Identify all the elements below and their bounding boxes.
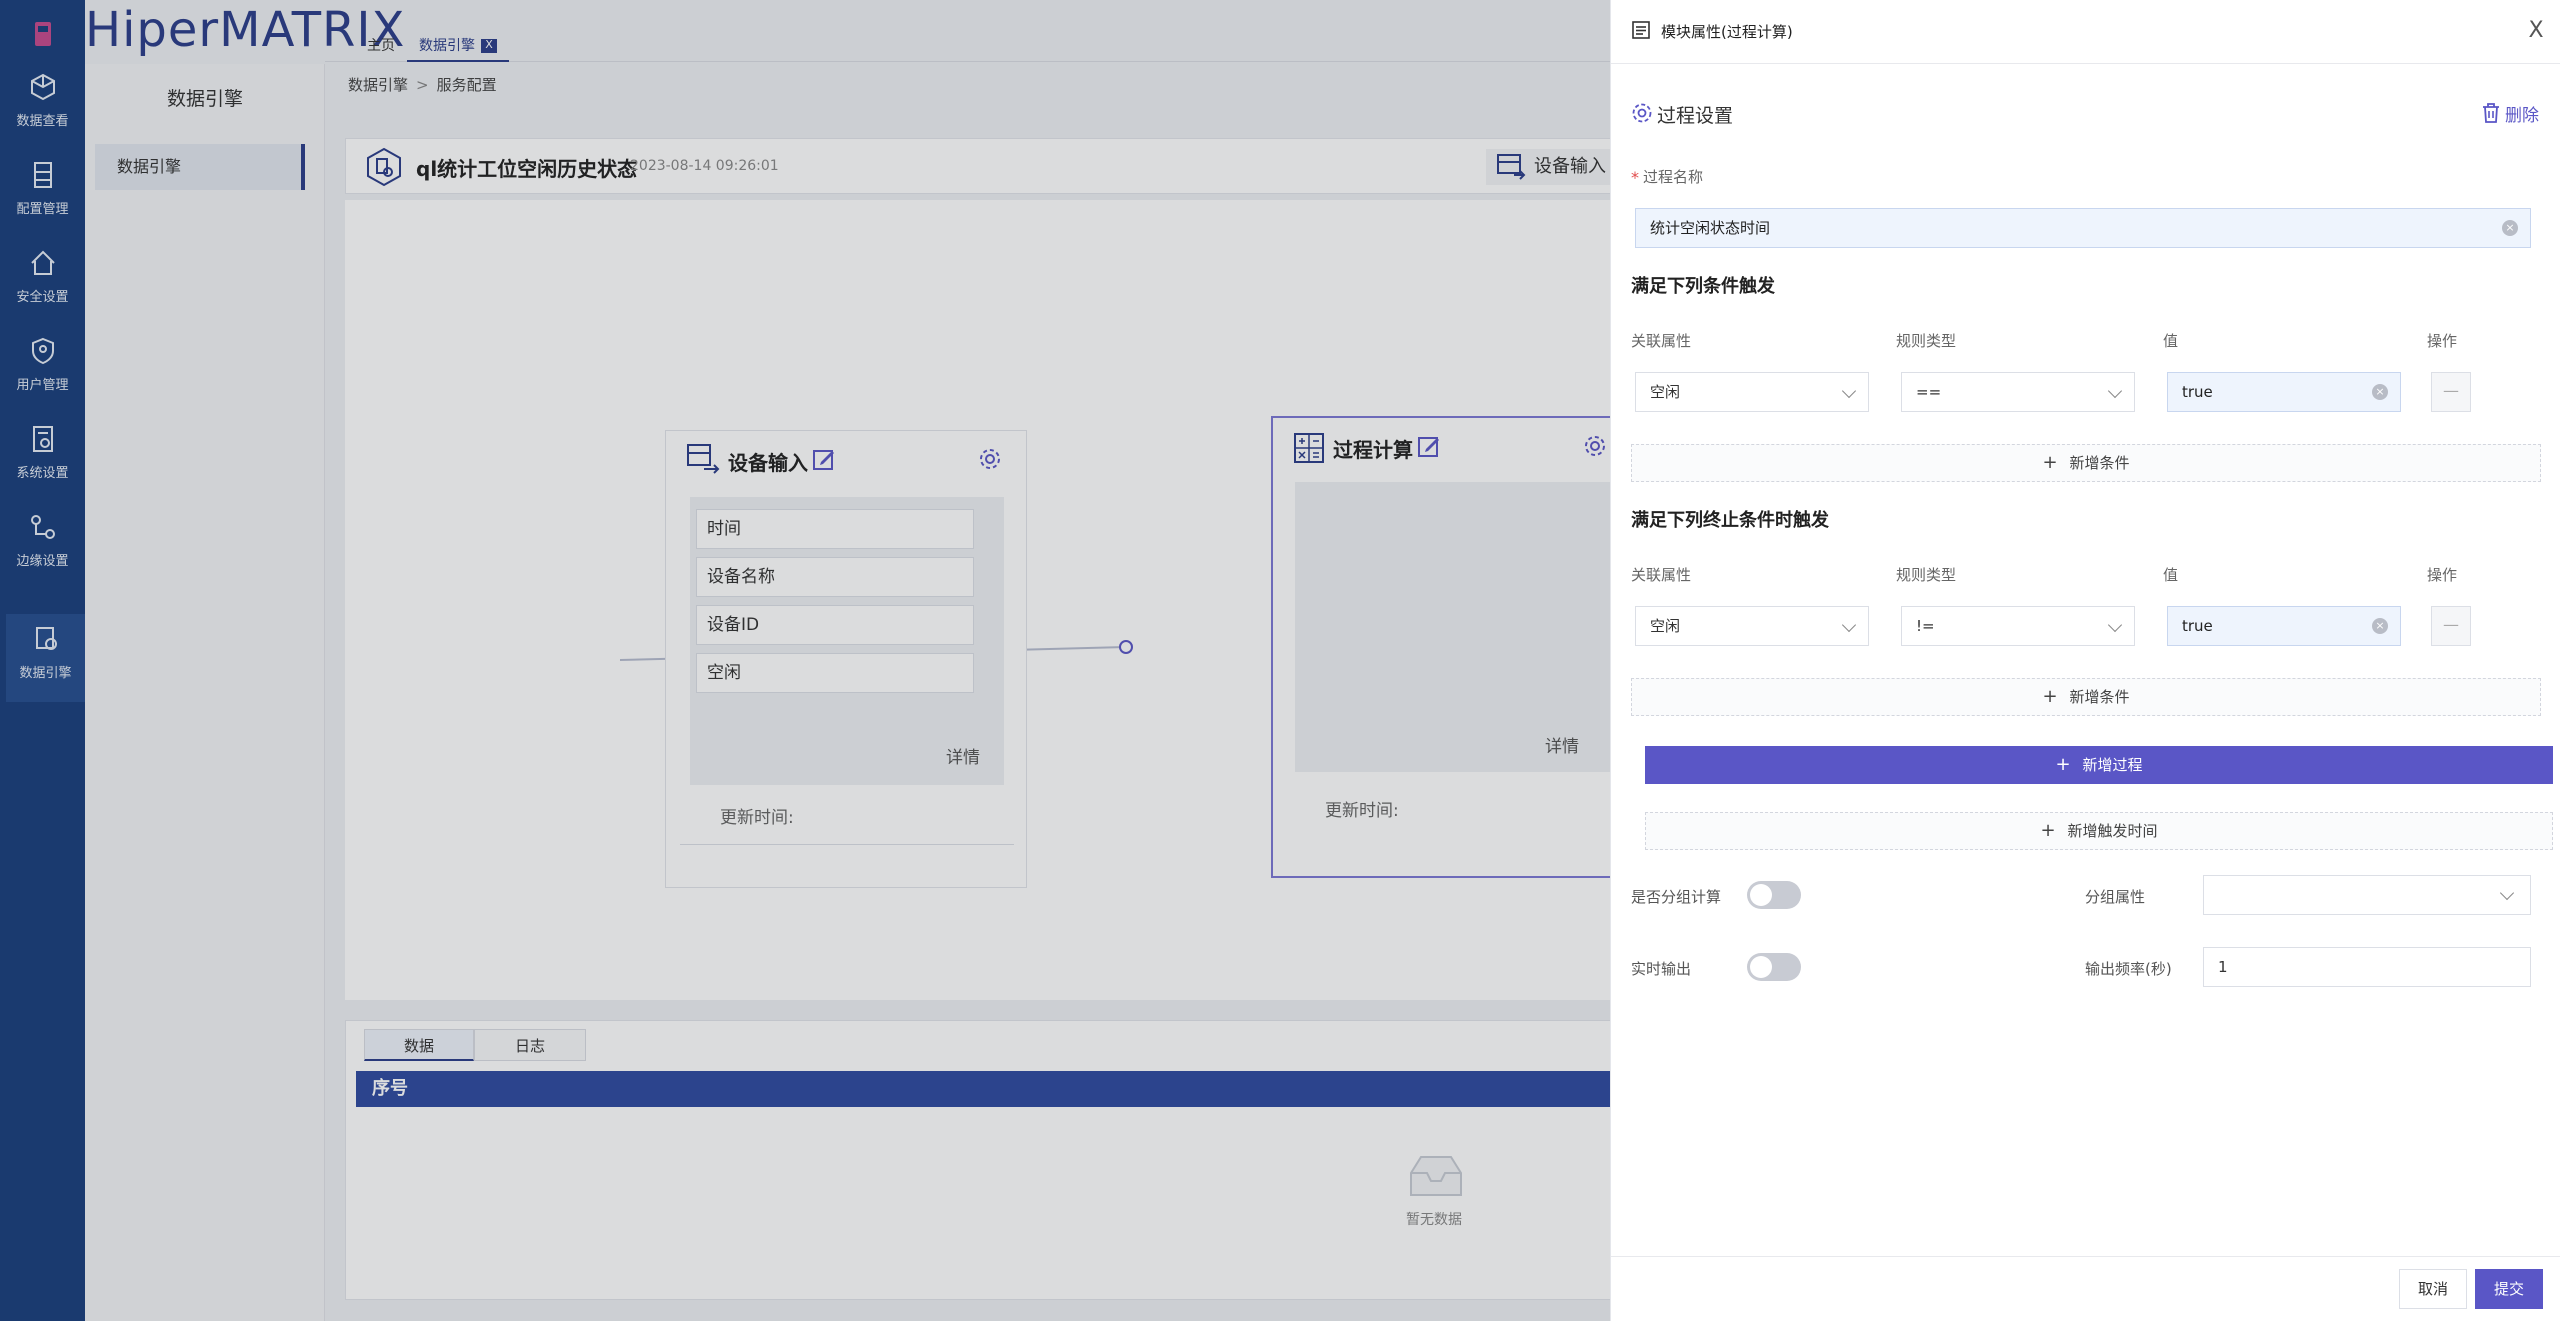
add-trigger-time-button[interactable]: + 新增触发时间 xyxy=(1645,812,2553,850)
module-properties-drawer: 模块属性(过程计算) X 过程设置 删除 * 过程名称 统计空闲状态时间 × 满… xyxy=(1610,0,2560,1321)
plus-icon: + xyxy=(2040,820,2056,841)
plus-icon: + xyxy=(2042,452,2058,473)
chevron-down-icon xyxy=(2107,383,2123,399)
process-name-label: 过程名称 xyxy=(1643,168,1704,186)
plus-icon: + xyxy=(2055,754,2071,775)
add-trigger-time-label: 新增触发时间 xyxy=(2067,822,2158,840)
col-attr-label: 关联属性 xyxy=(1631,566,1692,584)
terminate-rule-value: != xyxy=(1916,617,1935,635)
toggle-knob xyxy=(1750,884,1772,906)
trigger-value-input[interactable]: true × xyxy=(2167,372,2401,412)
add-condition-label: 新增条件 xyxy=(2069,454,2130,472)
drawer-title: 模块属性(过程计算) xyxy=(1661,23,1793,41)
drawer-header: 模块属性(过程计算) X xyxy=(1611,0,2560,64)
trigger-rule-select[interactable]: == xyxy=(1901,372,2135,412)
gear-icon xyxy=(1632,103,1652,123)
trigger-heading: 满足下列条件触发 xyxy=(1631,276,1775,297)
add-process-label: 新增过程 xyxy=(2082,756,2143,774)
terminate-value: true xyxy=(2182,617,2213,635)
chevron-down-icon xyxy=(1841,617,1857,633)
submit-button[interactable]: 提交 xyxy=(2475,1269,2543,1309)
col-op-label: 操作 xyxy=(2427,566,2458,584)
output-freq-label: 输出频率(秒) xyxy=(2085,960,2172,978)
trash-icon[interactable] xyxy=(2481,102,2501,124)
col-attr-label: 关联属性 xyxy=(1631,332,1692,350)
process-name-value: 统计空闲状态时间 xyxy=(1650,219,1771,237)
required-mark: * xyxy=(1631,168,1639,187)
col-rule-label: 规则类型 xyxy=(1896,566,1957,584)
remove-condition-button[interactable]: — xyxy=(2431,372,2471,412)
remove-condition-button[interactable]: — xyxy=(2431,606,2471,646)
add-process-button[interactable]: + 新增过程 xyxy=(1645,746,2553,784)
terminate-rule-select[interactable]: != xyxy=(1901,606,2135,646)
section-title: 过程设置 xyxy=(1657,105,1734,127)
col-rule-label: 规则类型 xyxy=(1896,332,1957,350)
drawer-footer: 取消 提交 xyxy=(1611,1256,2560,1321)
realtime-label: 实时输出 xyxy=(1631,960,1692,978)
col-value-label: 值 xyxy=(2163,332,2179,350)
col-value-label: 值 xyxy=(2163,566,2179,584)
group-attr-select[interactable] xyxy=(2203,875,2531,915)
close-icon[interactable]: X xyxy=(2521,16,2551,46)
add-condition-label: 新增条件 xyxy=(2069,688,2130,706)
add-terminate-condition-button[interactable]: + 新增条件 xyxy=(1631,678,2541,716)
terminate-heading: 满足下列终止条件时触发 xyxy=(1631,510,1829,531)
plus-icon: + xyxy=(2042,686,2058,707)
chevron-down-icon xyxy=(2499,885,2515,901)
trigger-attr-select[interactable]: 空闲 xyxy=(1635,372,1869,412)
trigger-rule-value: == xyxy=(1916,383,1942,401)
col-op-label: 操作 xyxy=(2427,332,2458,350)
group-attr-label: 分组属性 xyxy=(2085,888,2146,906)
trigger-value: true xyxy=(2182,383,2213,401)
delete-button[interactable]: 删除 xyxy=(2505,101,2539,126)
trigger-attr-value: 空闲 xyxy=(1650,383,1681,401)
group-calc-toggle[interactable] xyxy=(1747,881,1801,909)
document-list-icon xyxy=(1632,21,1650,39)
realtime-toggle[interactable] xyxy=(1747,953,1801,981)
toggle-knob xyxy=(1750,956,1772,978)
clear-icon[interactable]: × xyxy=(2372,384,2388,400)
chevron-down-icon xyxy=(1841,383,1857,399)
cancel-button[interactable]: 取消 xyxy=(2399,1269,2467,1309)
terminate-attr-select[interactable]: 空闲 xyxy=(1635,606,1869,646)
group-calc-label: 是否分组计算 xyxy=(1631,888,1722,906)
clear-icon[interactable]: × xyxy=(2372,618,2388,634)
terminate-attr-value: 空闲 xyxy=(1650,617,1681,635)
output-freq-input[interactable]: 1 xyxy=(2203,947,2531,987)
modal-overlay[interactable] xyxy=(0,0,1610,1321)
add-trigger-condition-button[interactable]: + 新增条件 xyxy=(1631,444,2541,482)
process-name-input[interactable]: 统计空闲状态时间 × xyxy=(1635,208,2531,248)
chevron-down-icon xyxy=(2107,617,2123,633)
clear-icon[interactable]: × xyxy=(2502,220,2518,236)
terminate-value-input[interactable]: true × xyxy=(2167,606,2401,646)
